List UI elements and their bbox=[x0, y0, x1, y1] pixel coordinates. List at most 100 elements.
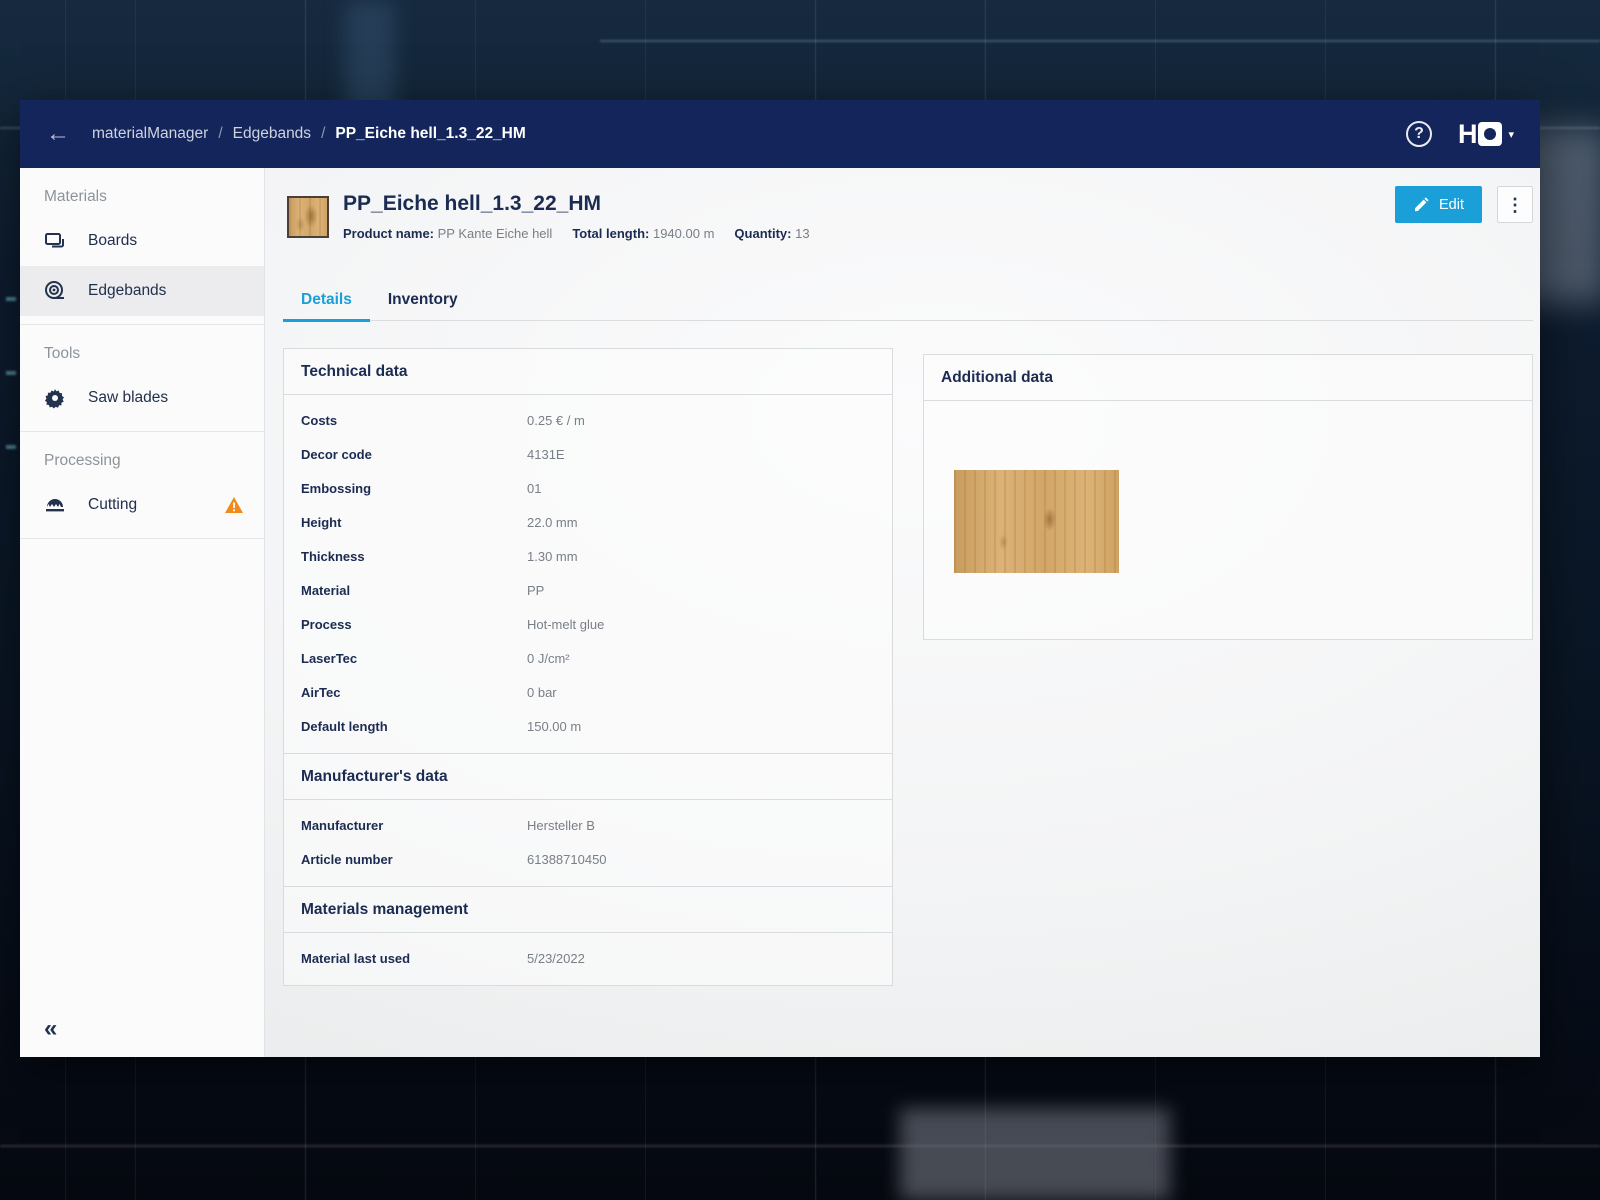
edit-button[interactable]: Edit bbox=[1395, 186, 1482, 223]
table-row: Embossing01 bbox=[284, 471, 892, 505]
row-value: 150.00 m bbox=[527, 719, 581, 734]
row-label: LaserTec bbox=[284, 651, 527, 666]
sidebar-item-label: Cutting bbox=[88, 496, 137, 514]
meta-label: Total length: bbox=[572, 226, 649, 241]
background-line bbox=[600, 40, 1600, 42]
row-value: 1.30 mm bbox=[527, 549, 578, 564]
table-row: ProcessHot-melt glue bbox=[284, 607, 892, 641]
saw-cutting-icon bbox=[44, 494, 66, 516]
row-value: PP bbox=[527, 583, 544, 598]
table-row: MaterialPP bbox=[284, 573, 892, 607]
sidebar-item-boards[interactable]: Boards bbox=[20, 216, 264, 266]
homag-logo-icon bbox=[1478, 122, 1502, 146]
table-row: Default length150.00 m bbox=[284, 709, 892, 743]
breadcrumb-separator: / bbox=[218, 125, 222, 143]
sidebar-section-header: Processing bbox=[20, 442, 264, 480]
table-row: Material last used5/23/2022 bbox=[284, 941, 892, 975]
wood-texture-image bbox=[954, 470, 1119, 573]
meta-label: Product name: bbox=[343, 226, 434, 241]
row-value: 22.0 mm bbox=[527, 515, 578, 530]
tab-inventory[interactable]: Inventory bbox=[370, 280, 476, 320]
meta-value: 13 bbox=[795, 226, 809, 241]
row-label: Costs bbox=[284, 413, 527, 428]
table-row: Height22.0 mm bbox=[284, 505, 892, 539]
boards-icon bbox=[44, 230, 66, 252]
section-title: Manufacturer's data bbox=[284, 754, 892, 800]
tab-details[interactable]: Details bbox=[283, 280, 370, 320]
sidebar-section-header: Materials bbox=[20, 178, 264, 216]
sidebar-section-materials: Materials Boards Edgebands bbox=[20, 168, 264, 325]
material-manager-window: ← materialManager / Edgebands / PP_Eiche… bbox=[20, 100, 1540, 1057]
homag-logo-icon: H bbox=[1458, 119, 1477, 150]
sidebar-section-header: Tools bbox=[20, 335, 264, 373]
background-glow bbox=[900, 1108, 1170, 1200]
row-value: Hersteller B bbox=[527, 818, 595, 833]
breadcrumb-current-item: PP_Eiche hell_1.3_22_HM bbox=[335, 125, 525, 143]
additional-data-column: Additional data bbox=[923, 354, 1533, 640]
row-label: Material bbox=[284, 583, 527, 598]
row-value: 5/23/2022 bbox=[527, 951, 585, 966]
meta-total-length: Total length: 1940.00 m bbox=[572, 226, 714, 241]
top-bar: ← materialManager / Edgebands / PP_Eiche… bbox=[20, 100, 1540, 168]
edgeband-coil-icon bbox=[44, 280, 66, 302]
sidebar-section-tools: Tools Saw blades bbox=[20, 325, 264, 432]
back-arrow-icon[interactable]: ← bbox=[46, 122, 70, 146]
sidebar-collapse-button[interactable]: « bbox=[44, 1015, 57, 1043]
meta-product-name: Product name: PP Kante Eiche hell bbox=[343, 226, 552, 241]
warning-icon bbox=[224, 496, 244, 514]
gear-icon bbox=[44, 387, 66, 409]
technical-data-rows: Costs0.25 € / m Decor code4131E Embossin… bbox=[284, 395, 892, 753]
background-line bbox=[0, 1145, 1600, 1147]
table-row: LaserTec0 J/cm² bbox=[284, 641, 892, 675]
sidebar-item-edgebands[interactable]: Edgebands bbox=[20, 266, 264, 316]
table-row: Costs0.25 € / m bbox=[284, 403, 892, 437]
sidebar: Materials Boards Edgebands Tools Saw b bbox=[20, 168, 265, 1057]
sidebar-item-saw-blades[interactable]: Saw blades bbox=[20, 373, 264, 423]
table-row: Decor code4131E bbox=[284, 437, 892, 471]
manufacturer-data-rows: ManufacturerHersteller B Article number6… bbox=[284, 800, 892, 886]
section-title: Additional data bbox=[924, 355, 1532, 401]
background-tick bbox=[6, 371, 16, 375]
edit-button-label: Edit bbox=[1439, 197, 1464, 213]
row-value: 0 bar bbox=[527, 685, 557, 700]
breadcrumb: materialManager / Edgebands / PP_Eiche h… bbox=[92, 125, 526, 143]
background-tick bbox=[6, 297, 16, 301]
row-label: Height bbox=[284, 515, 527, 530]
more-options-button[interactable]: ⋮ bbox=[1497, 186, 1533, 223]
meta-value: 1940.00 m bbox=[653, 226, 714, 241]
row-value: 0 J/cm² bbox=[527, 651, 570, 666]
row-value: 0.25 € / m bbox=[527, 413, 585, 428]
table-row: Article number61388710450 bbox=[284, 842, 892, 876]
chevron-down-icon: ▾ bbox=[1508, 128, 1514, 141]
table-row: Thickness1.30 mm bbox=[284, 539, 892, 573]
additional-data-card: Additional data bbox=[923, 354, 1533, 640]
sidebar-item-cutting[interactable]: Cutting bbox=[20, 480, 264, 530]
page-title: PP_Eiche hell_1.3_22_HM bbox=[343, 192, 601, 216]
tab-bar: Details Inventory bbox=[283, 280, 1533, 321]
meta-quantity: Quantity: 13 bbox=[734, 226, 809, 241]
row-label: Process bbox=[284, 617, 527, 632]
kebab-icon: ⋮ bbox=[1506, 196, 1524, 214]
account-menu[interactable]: H ▾ bbox=[1458, 119, 1514, 150]
row-value: 61388710450 bbox=[527, 852, 607, 867]
row-label: Decor code bbox=[284, 447, 527, 462]
breadcrumb-separator: / bbox=[321, 125, 325, 143]
technical-data-card: Technical data Costs0.25 € / m Decor cod… bbox=[283, 348, 893, 754]
pencil-icon bbox=[1413, 197, 1429, 213]
breadcrumb-edgebands[interactable]: Edgebands bbox=[233, 125, 311, 143]
section-title: Technical data bbox=[284, 349, 892, 395]
sidebar-item-label: Saw blades bbox=[88, 389, 168, 407]
table-row: ManufacturerHersteller B bbox=[284, 808, 892, 842]
sidebar-item-label: Boards bbox=[88, 232, 137, 250]
row-label: Embossing bbox=[284, 481, 527, 496]
materials-management-rows: Material last used5/23/2022 bbox=[284, 933, 892, 985]
details-column: Technical data Costs0.25 € / m Decor cod… bbox=[283, 348, 893, 986]
breadcrumb-material-manager[interactable]: materialManager bbox=[92, 125, 208, 143]
meta-value: PP Kante Eiche hell bbox=[438, 226, 553, 241]
sidebar-item-label: Edgebands bbox=[88, 282, 166, 300]
row-label: Default length bbox=[284, 719, 527, 734]
meta-label: Quantity: bbox=[734, 226, 791, 241]
topbar-actions: ? H ▾ bbox=[1406, 119, 1514, 150]
table-row: AirTec0 bar bbox=[284, 675, 892, 709]
help-icon[interactable]: ? bbox=[1406, 121, 1432, 147]
